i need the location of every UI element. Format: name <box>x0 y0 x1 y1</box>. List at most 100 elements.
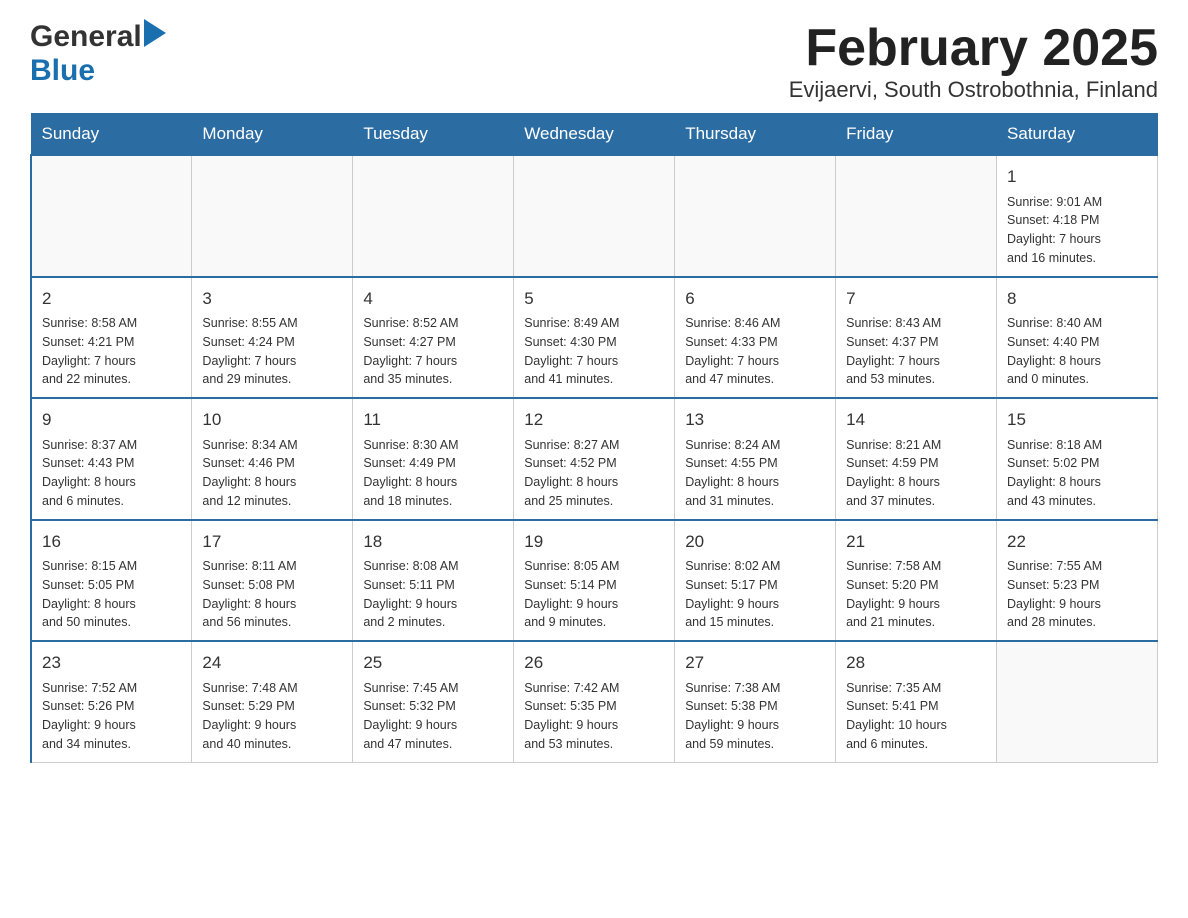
table-row: 8Sunrise: 8:40 AMSunset: 4:40 PMDaylight… <box>997 277 1158 399</box>
day-info: Sunrise: 8:21 AMSunset: 4:59 PMDaylight:… <box>846 436 986 511</box>
day-number: 4 <box>363 286 503 312</box>
day-info: Sunrise: 8:18 AMSunset: 5:02 PMDaylight:… <box>1007 436 1147 511</box>
day-number: 23 <box>42 650 181 676</box>
table-row: 1 Sunrise: 9:01 AMSunset: 4:18 PMDaylight… <box>997 155 1158 277</box>
day-number: 25 <box>363 650 503 676</box>
day-number: 13 <box>685 407 825 433</box>
table-row: 17Sunrise: 8:11 AMSunset: 5:08 PMDayligh… <box>192 520 353 642</box>
table-row <box>997 641 1158 762</box>
col-wednesday: Wednesday <box>514 114 675 156</box>
day-number: 9 <box>42 407 181 433</box>
day-info: Sunrise: 8:24 AMSunset: 4:55 PMDaylight:… <box>685 436 825 511</box>
day-info: Sunrise: 7:55 AMSunset: 5:23 PMDaylight:… <box>1007 557 1147 632</box>
day-number: 22 <box>1007 529 1147 555</box>
logo: General Blue <box>30 20 166 88</box>
table-row <box>836 155 997 277</box>
day-info: Sunrise: 7:58 AMSunset: 5:20 PMDaylight:… <box>846 557 986 632</box>
table-row: 4Sunrise: 8:52 AMSunset: 4:27 PMDaylight… <box>353 277 514 399</box>
day-info: Sunrise: 7:35 AMSunset: 5:41 PMDaylight:… <box>846 679 986 754</box>
logo-general-text: General <box>30 20 142 54</box>
logo-arrow-icon <box>144 19 166 47</box>
calendar-table: Sunday Monday Tuesday Wednesday Thursday… <box>30 113 1158 763</box>
day-number: 24 <box>202 650 342 676</box>
calendar-week-row: 9Sunrise: 8:37 AMSunset: 4:43 PMDaylight… <box>31 398 1158 520</box>
table-row: 22Sunrise: 7:55 AMSunset: 5:23 PMDayligh… <box>997 520 1158 642</box>
day-info: Sunrise: 8:34 AMSunset: 4:46 PMDaylight:… <box>202 436 342 511</box>
table-row: 25 Sunrise: 7:45 AMSunset: 5:32 PMDayligh… <box>353 641 514 762</box>
calendar-title: February 2025 <box>789 20 1158 77</box>
table-row: 14 Sunrise: 8:21 AMSunset: 4:59 PMDayligh… <box>836 398 997 520</box>
table-row: 9Sunrise: 8:37 AMSunset: 4:43 PMDaylight… <box>31 398 192 520</box>
table-row: 28 Sunrise: 7:35 AMSunset: 5:41 PMDayligh… <box>836 641 997 762</box>
table-row: 10 Sunrise: 8:34 AMSunset: 4:46 PMDayligh… <box>192 398 353 520</box>
day-number: 16 <box>42 529 181 555</box>
table-row: 13 Sunrise: 8:24 AMSunset: 4:55 PMDayligh… <box>675 398 836 520</box>
col-sunday: Sunday <box>31 114 192 156</box>
calendar-week-row: 16Sunrise: 8:15 AMSunset: 5:05 PMDayligh… <box>31 520 1158 642</box>
day-number: 11 <box>363 407 503 433</box>
day-number: 3 <box>202 286 342 312</box>
day-number: 27 <box>685 650 825 676</box>
day-info: Sunrise: 7:52 AMSunset: 5:26 PMDaylight:… <box>42 679 181 754</box>
day-number: 20 <box>685 529 825 555</box>
day-number: 7 <box>846 286 986 312</box>
table-row <box>514 155 675 277</box>
day-info: Sunrise: 8:08 AMSunset: 5:11 PMDaylight:… <box>363 557 503 632</box>
day-number: 2 <box>42 286 181 312</box>
day-info: Sunrise: 9:01 AMSunset: 4:18 PMDaylight:… <box>1007 193 1147 268</box>
table-row: 2Sunrise: 8:58 AMSunset: 4:21 PMDaylight… <box>31 277 192 399</box>
table-row <box>675 155 836 277</box>
table-row: 5Sunrise: 8:49 AMSunset: 4:30 PMDaylight… <box>514 277 675 399</box>
calendar-week-row: 2Sunrise: 8:58 AMSunset: 4:21 PMDaylight… <box>31 277 1158 399</box>
table-row <box>353 155 514 277</box>
day-info: Sunrise: 8:40 AMSunset: 4:40 PMDaylight:… <box>1007 314 1147 389</box>
day-number: 15 <box>1007 407 1147 433</box>
day-info: Sunrise: 7:45 AMSunset: 5:32 PMDaylight:… <box>363 679 503 754</box>
page-header: General Blue February 2025 Evijaervi, So… <box>30 20 1158 103</box>
day-info: Sunrise: 7:48 AMSunset: 5:29 PMDaylight:… <box>202 679 342 754</box>
calendar-header-row: Sunday Monday Tuesday Wednesday Thursday… <box>31 114 1158 156</box>
day-info: Sunrise: 8:55 AMSunset: 4:24 PMDaylight:… <box>202 314 342 389</box>
day-number: 6 <box>685 286 825 312</box>
day-number: 12 <box>524 407 664 433</box>
calendar-subtitle: Evijaervi, South Ostrobothnia, Finland <box>789 77 1158 103</box>
day-number: 28 <box>846 650 986 676</box>
table-row: 15 Sunrise: 8:18 AMSunset: 5:02 PMDayligh… <box>997 398 1158 520</box>
col-monday: Monday <box>192 114 353 156</box>
table-row: 18Sunrise: 8:08 AMSunset: 5:11 PMDayligh… <box>353 520 514 642</box>
table-row: 21Sunrise: 7:58 AMSunset: 5:20 PMDayligh… <box>836 520 997 642</box>
table-row: 23 Sunrise: 7:52 AMSunset: 5:26 PMDayligh… <box>31 641 192 762</box>
day-number: 10 <box>202 407 342 433</box>
table-row: 6Sunrise: 8:46 AMSunset: 4:33 PMDaylight… <box>675 277 836 399</box>
day-info: Sunrise: 8:49 AMSunset: 4:30 PMDaylight:… <box>524 314 664 389</box>
day-number: 5 <box>524 286 664 312</box>
table-row: 19Sunrise: 8:05 AMSunset: 5:14 PMDayligh… <box>514 520 675 642</box>
calendar-week-row: 23 Sunrise: 7:52 AMSunset: 5:26 PMDayligh… <box>31 641 1158 762</box>
day-info: Sunrise: 8:15 AMSunset: 5:05 PMDaylight:… <box>42 557 181 632</box>
table-row: 20Sunrise: 8:02 AMSunset: 5:17 PMDayligh… <box>675 520 836 642</box>
logo-blue-text: Blue <box>30 54 95 87</box>
table-row: 3Sunrise: 8:55 AMSunset: 4:24 PMDaylight… <box>192 277 353 399</box>
day-info: Sunrise: 8:30 AMSunset: 4:49 PMDaylight:… <box>363 436 503 511</box>
col-friday: Friday <box>836 114 997 156</box>
col-saturday: Saturday <box>997 114 1158 156</box>
day-info: Sunrise: 8:27 AMSunset: 4:52 PMDaylight:… <box>524 436 664 511</box>
calendar-week-row: 1 Sunrise: 9:01 AMSunset: 4:18 PMDaylight… <box>31 155 1158 277</box>
day-number: 19 <box>524 529 664 555</box>
day-number: 17 <box>202 529 342 555</box>
day-info: Sunrise: 7:42 AMSunset: 5:35 PMDaylight:… <box>524 679 664 754</box>
col-thursday: Thursday <box>675 114 836 156</box>
day-number: 21 <box>846 529 986 555</box>
day-number: 1 <box>1007 164 1147 190</box>
day-number: 8 <box>1007 286 1147 312</box>
day-number: 18 <box>363 529 503 555</box>
day-info: Sunrise: 8:43 AMSunset: 4:37 PMDaylight:… <box>846 314 986 389</box>
day-number: 14 <box>846 407 986 433</box>
table-row: 24 Sunrise: 7:48 AMSunset: 5:29 PMDayligh… <box>192 641 353 762</box>
day-info: Sunrise: 8:11 AMSunset: 5:08 PMDaylight:… <box>202 557 342 632</box>
day-number: 26 <box>524 650 664 676</box>
title-block: February 2025 Evijaervi, South Ostroboth… <box>789 20 1158 103</box>
day-info: Sunrise: 8:05 AMSunset: 5:14 PMDaylight:… <box>524 557 664 632</box>
day-info: Sunrise: 8:46 AMSunset: 4:33 PMDaylight:… <box>685 314 825 389</box>
day-info: Sunrise: 8:58 AMSunset: 4:21 PMDaylight:… <box>42 314 181 389</box>
